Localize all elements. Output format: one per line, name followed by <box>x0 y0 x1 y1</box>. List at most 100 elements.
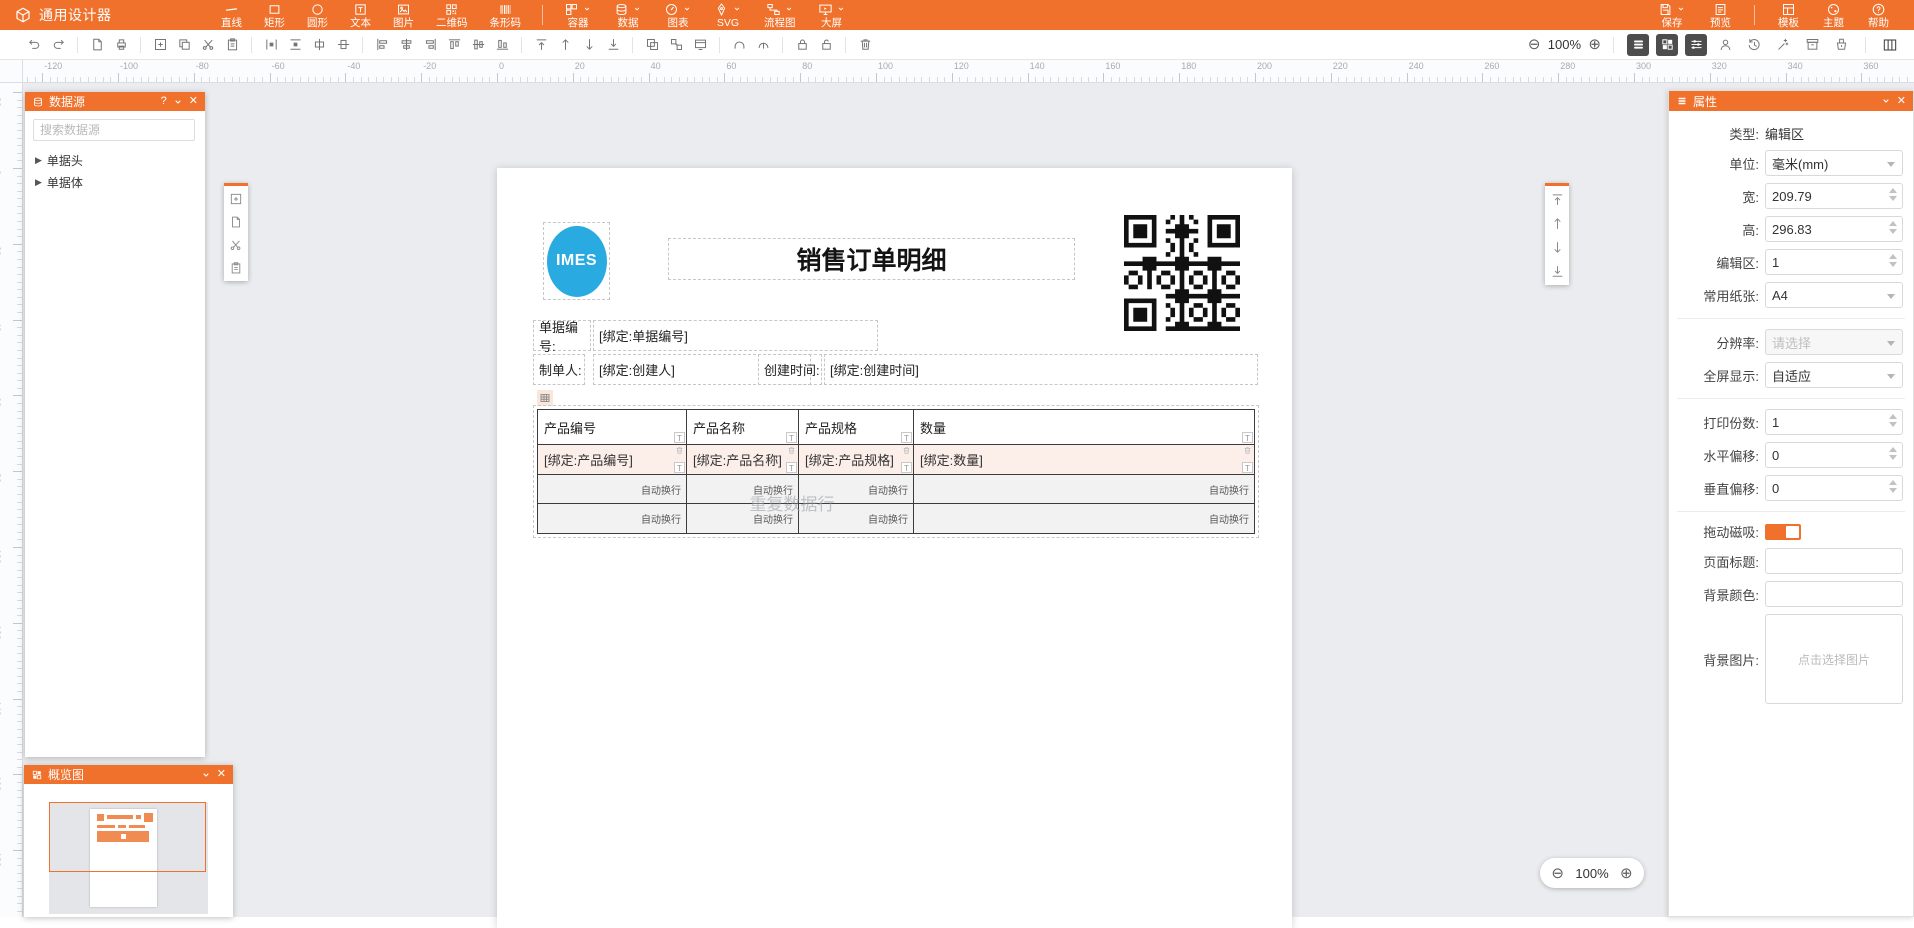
table-binding-cell[interactable]: [绑定:数量]T <box>914 445 1254 475</box>
field-createtime-label[interactable]: 创建时间: <box>758 354 822 385</box>
spinner-down-icon[interactable] <box>1889 196 1897 201</box>
text-format-badge[interactable]: T <box>786 462 797 473</box>
align-right-button[interactable] <box>419 34 441 56</box>
redo-button[interactable] <box>47 34 69 56</box>
table-auto-cell[interactable]: 自动换行 <box>799 504 914 533</box>
field-creator-label[interactable]: 制单人: <box>533 354 585 385</box>
distribute-h-button[interactable] <box>260 34 282 56</box>
tool-flowchart[interactable]: 流程图 <box>755 0 805 31</box>
spinner-up-icon[interactable] <box>1889 480 1897 485</box>
spinner-up-icon[interactable] <box>1889 188 1897 193</box>
archive-toggle-button[interactable] <box>1801 34 1823 56</box>
table-header-cell[interactable]: 数量T <box>914 410 1254 445</box>
field-createtime-binding[interactable]: [绑定:创建时间] <box>824 354 1258 385</box>
delete-binding-icon[interactable] <box>787 446 796 455</box>
properties-close-button[interactable]: ✕ <box>1897 96 1906 107</box>
datasource-panel-header[interactable]: 数据源 ? ✕ <box>25 92 205 111</box>
overview-panel-header[interactable]: 概览图 ✕ <box>24 765 233 784</box>
align-top-button[interactable] <box>443 34 465 56</box>
datasource-collapse-button[interactable] <box>172 96 184 108</box>
tree-expand-icon[interactable]: ▶ <box>35 155 42 166</box>
delete-binding-icon[interactable] <box>902 446 911 455</box>
tool-bigscreen[interactable]: 大屏 <box>809 0 855 31</box>
tool-template[interactable]: 模板 <box>1769 0 1808 31</box>
tool-container[interactable]: 容器 <box>555 0 601 31</box>
table-binding-cell[interactable]: [绑定:产品编号]T <box>538 445 687 475</box>
prop-spinner-offset-y[interactable]: 0 <box>1765 475 1903 501</box>
layers-toggle-button[interactable] <box>1627 34 1649 56</box>
datasource-item-1[interactable]: ▶单据头 <box>25 149 205 171</box>
tree-expand-icon[interactable]: ▶ <box>35 177 42 188</box>
cut-button[interactable] <box>197 34 219 56</box>
overview-viewport[interactable] <box>49 802 206 872</box>
spinner-down-icon[interactable] <box>1889 455 1897 460</box>
prop-input-bg-color[interactable] <box>1765 581 1903 607</box>
center-v-button[interactable] <box>332 34 354 56</box>
text-format-badge[interactable]: T <box>901 432 912 443</box>
text-format-badge[interactable]: T <box>674 462 685 473</box>
table-header-cell[interactable]: 产品规格T <box>799 410 914 445</box>
prop-select-fullscreen[interactable]: 自适应 <box>1765 362 1903 388</box>
spinner-up-icon[interactable] <box>1889 414 1897 419</box>
history-toggle-button[interactable] <box>1743 34 1765 56</box>
tool-line[interactable]: 直线 <box>212 0 251 31</box>
magic-toggle-button[interactable] <box>1772 34 1794 56</box>
table-binding-cell[interactable]: [绑定:产品名称]T <box>687 445 799 475</box>
spinner-arrows[interactable] <box>1889 254 1897 267</box>
align-middle-button[interactable] <box>467 34 489 56</box>
tool-preview[interactable]: 预览 <box>1701 0 1740 31</box>
tool-save[interactable]: 保存 <box>1649 0 1695 31</box>
undo-button[interactable] <box>23 34 45 56</box>
prop-toggle-drag-snap[interactable] <box>1765 524 1801 540</box>
clean-toggle-button[interactable] <box>1830 34 1852 56</box>
doc-title-element[interactable]: 销售订单明细 <box>668 238 1075 280</box>
move-down-button[interactable] <box>1550 240 1565 255</box>
data-table-element[interactable]: 产品编号T产品名称T产品规格T数量T[绑定:产品编号]T[绑定:产品名称]T[绑… <box>537 409 1255 534</box>
datasource-help-button[interactable]: ? <box>161 96 167 107</box>
table-auto-cell[interactable]: 自动换行 <box>538 475 687 504</box>
spinner-arrows[interactable] <box>1889 414 1897 427</box>
panel-toggle-button[interactable] <box>1879 34 1901 56</box>
paste-button[interactable] <box>229 261 243 275</box>
table-auto-cell[interactable]: 自动换行 <box>799 475 914 504</box>
group-button[interactable] <box>641 34 663 56</box>
datasource-search-input[interactable] <box>33 119 195 141</box>
tool-data[interactable]: 数据 <box>605 0 651 31</box>
move-down-button[interactable] <box>578 34 600 56</box>
align-left-button[interactable] <box>371 34 393 56</box>
ungroup-button[interactable] <box>665 34 687 56</box>
distribute-v-button[interactable] <box>284 34 306 56</box>
tool-circle[interactable]: 圆形 <box>298 0 337 31</box>
move-up-button[interactable] <box>1550 216 1565 231</box>
spinner-down-icon[interactable] <box>1889 262 1897 267</box>
spinner-up-icon[interactable] <box>1889 447 1897 452</box>
tool-qrcode[interactable]: 二维码 <box>427 0 477 31</box>
user-toggle-button[interactable] <box>1714 34 1736 56</box>
tool-chart[interactable]: 图表 <box>655 0 701 31</box>
prop-spinner-width[interactable]: 209.79 <box>1765 183 1903 209</box>
move-up-button[interactable] <box>554 34 576 56</box>
spinner-up-icon[interactable] <box>1889 221 1897 226</box>
prop-input-page-title[interactable] <box>1765 548 1903 574</box>
print-button[interactable] <box>110 34 132 56</box>
prop-spinner-height[interactable]: 296.83 <box>1765 216 1903 242</box>
bring-to-front-button[interactable] <box>530 34 552 56</box>
prop-spinner-offset-x[interactable]: 0 <box>1765 442 1903 468</box>
new-page-button[interactable] <box>229 215 243 229</box>
tool-barcode[interactable]: 条形码 <box>481 0 531 31</box>
new-page-button[interactable] <box>86 34 108 56</box>
cut-button[interactable] <box>229 238 243 252</box>
spinner-down-icon[interactable] <box>1889 488 1897 493</box>
align-center-button[interactable] <box>395 34 417 56</box>
text-format-badge[interactable]: T <box>1242 462 1253 473</box>
tool-theme[interactable]: 主题 <box>1814 0 1853 31</box>
table-binding-cell[interactable]: [绑定:产品规格]T <box>799 445 914 475</box>
spinner-down-icon[interactable] <box>1889 229 1897 234</box>
properties-panel-header[interactable]: 属性 ✕ <box>1669 91 1913 111</box>
unlock-button[interactable] <box>815 34 837 56</box>
text-format-badge[interactable]: T <box>1242 432 1253 443</box>
text-format-badge[interactable]: T <box>674 432 685 443</box>
prop-spinner-print-copies[interactable]: 1 <box>1765 409 1903 435</box>
add-box-button[interactable] <box>229 192 243 206</box>
table-auto-cell[interactable]: 自动换行 <box>914 475 1254 504</box>
